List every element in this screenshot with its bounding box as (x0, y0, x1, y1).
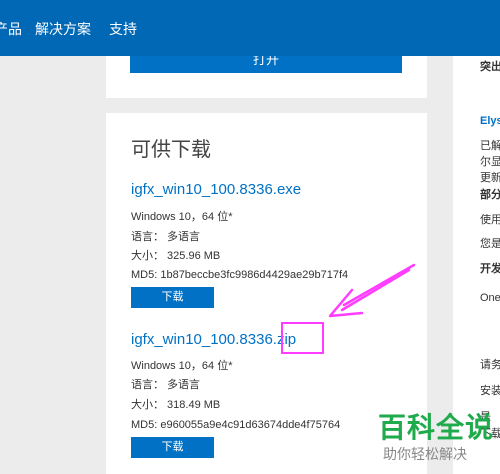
annotation-arrow-icon (328, 263, 416, 318)
watermark-logo: 百科全说 (378, 412, 495, 443)
watermark-tagline: 助你轻松解决 (383, 446, 467, 462)
